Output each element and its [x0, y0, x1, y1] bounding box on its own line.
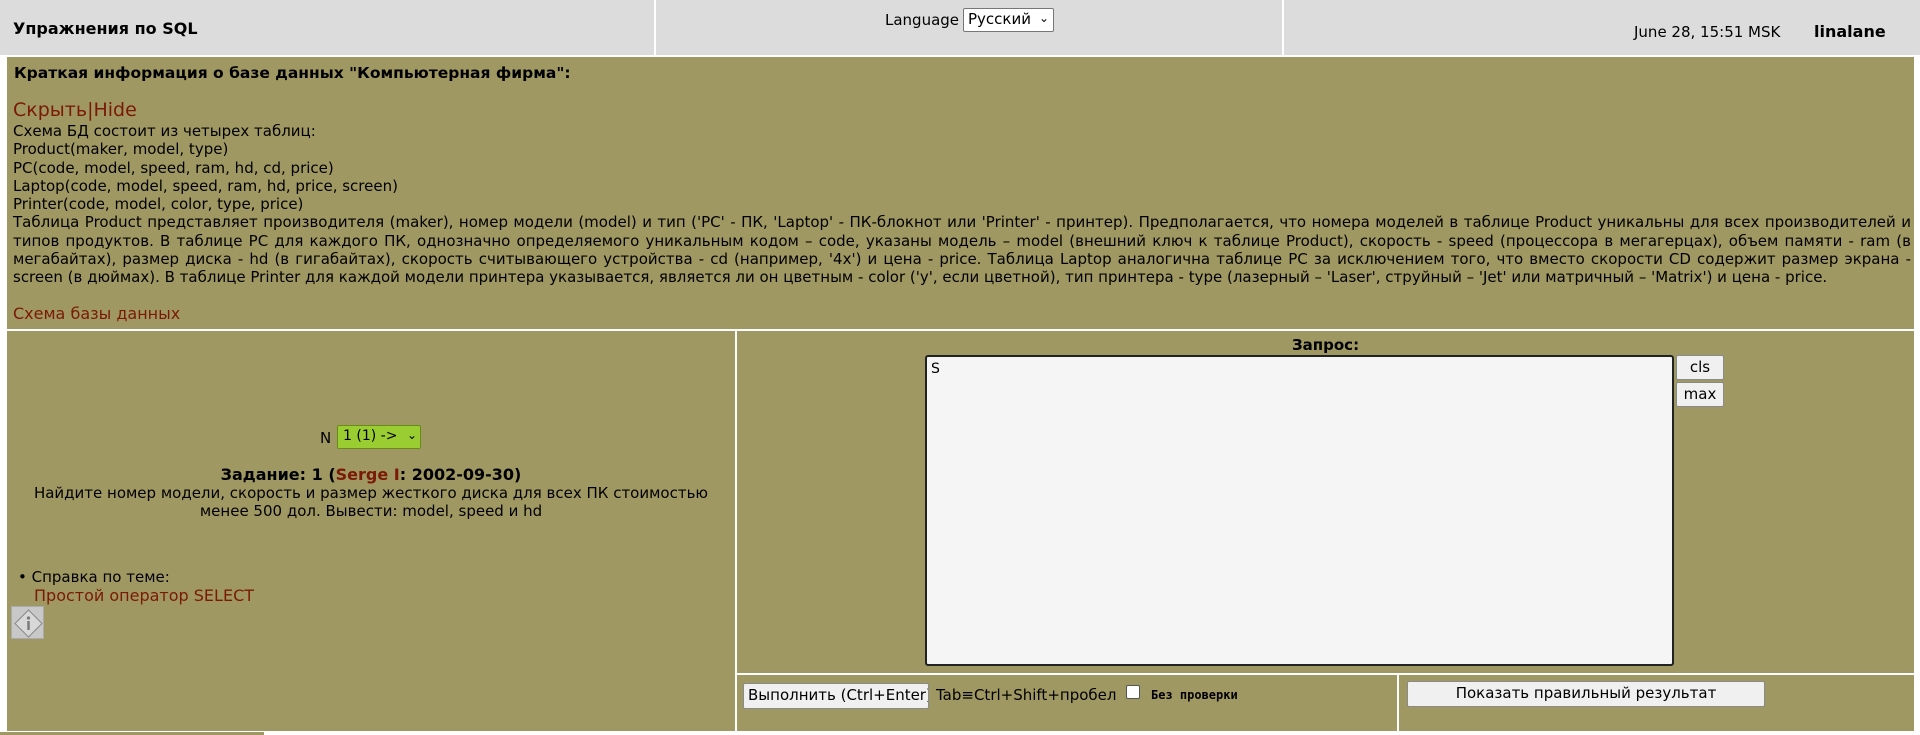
- task-title-suffix: : 2002-09-30): [399, 465, 522, 484]
- query-textarea[interactable]: S: [925, 355, 1674, 666]
- info-icon[interactable]: [11, 606, 44, 639]
- task-title: Задание: 1 (Serge I: 2002-09-30): [7, 465, 735, 484]
- task-number-value: 1 (1) ->: [343, 428, 398, 444]
- schema-line: Product(maker, model, type): [13, 140, 229, 159]
- no-check-checkbox[interactable]: [1126, 685, 1140, 699]
- schema-line: PC(code, model, speed, ram, hd, cd, pric…: [13, 158, 334, 177]
- run-query-button[interactable]: Выполнить (Ctrl+Enter): [743, 683, 929, 709]
- database-info-panel: Краткая информация о базе данных "Компью…: [7, 57, 1914, 329]
- task-title-prefix: Задание: 1 (: [220, 465, 336, 484]
- task-panel: N 1 (1) -> ⌄ Задание: 1 (Serge I: 2002-0…: [7, 331, 735, 731]
- no-check-label: Без проверки: [1151, 688, 1238, 702]
- result-toolbar: Показать правильный результат: [1399, 675, 1914, 731]
- chevron-down-icon: ⌄: [406, 428, 417, 442]
- task-number-select[interactable]: 1 (1) -> ⌄: [337, 425, 421, 449]
- help-topic-link[interactable]: Простой оператор SELECT: [34, 586, 254, 605]
- schema-line: Laptop(code, model, speed, ram, hd, pric…: [13, 176, 398, 195]
- header-datetime: June 28, 15:51 MSK: [1634, 23, 1781, 41]
- query-panel: Запрос: S cls max: [737, 331, 1914, 673]
- run-toolbar: Выполнить (Ctrl+Enter) Tab≡Ctrl+Shift+пр…: [737, 675, 1397, 731]
- hide-toggle-link[interactable]: Скрыть|Hide: [13, 99, 137, 121]
- username[interactable]: linalane: [1814, 22, 1886, 41]
- help-label: • Справка по теме:: [18, 568, 170, 586]
- tab-shortcut-hint: Tab≡Ctrl+Shift+пробел: [936, 686, 1117, 704]
- header-left: Упражнения по SQL: [0, 0, 654, 55]
- schema-line: Printer(code, model, color, type, price): [13, 195, 304, 214]
- language-label: Language: [885, 11, 960, 29]
- info-text: Схема БД состоит из четырех таблиц: Prod…: [13, 122, 1911, 287]
- task-description: Найдите номер модели, скорость и размер …: [33, 484, 709, 520]
- task-number-label: N: [320, 429, 332, 447]
- query-label: Запрос:: [1292, 336, 1360, 354]
- language-selected-value: Русский: [968, 10, 1031, 28]
- maximize-button[interactable]: max: [1676, 382, 1724, 407]
- language-select[interactable]: Русский ⌄: [963, 8, 1054, 32]
- page-title: Упражнения по SQL: [13, 19, 198, 38]
- task-author-link[interactable]: Serge I: [336, 465, 400, 484]
- info-description: Таблица Product представляет производите…: [13, 213, 1911, 287]
- schema-line: Схема БД состоит из четырех таблиц:: [13, 122, 316, 140]
- schema-diagram-link[interactable]: Схема базы данных: [13, 304, 180, 323]
- chevron-down-icon: ⌄: [1038, 11, 1049, 25]
- info-title: Краткая информация о базе данных "Компью…: [14, 64, 571, 82]
- clear-button[interactable]: cls: [1676, 355, 1724, 380]
- show-correct-result-button[interactable]: Показать правильный результат: [1407, 681, 1765, 707]
